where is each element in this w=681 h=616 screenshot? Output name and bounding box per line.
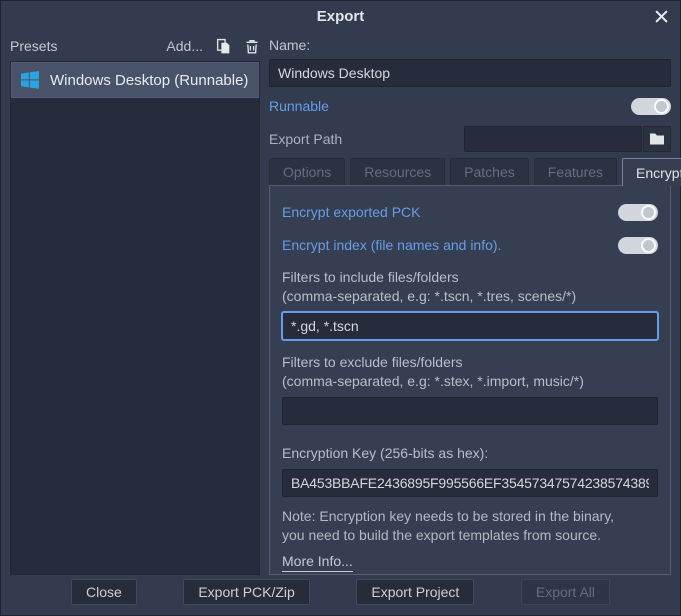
presets-header: Presets Add... bbox=[10, 31, 260, 61]
encrypt-pck-toggle[interactable] bbox=[618, 204, 658, 221]
duplicate-preset-icon[interactable] bbox=[215, 38, 232, 55]
runnable-label: Runnable bbox=[269, 98, 329, 114]
encrypt-index-label: Encrypt index (file names and info). bbox=[282, 237, 501, 253]
include-filters-hint: (comma-separated, e.g: *.tscn, *.tres, s… bbox=[282, 288, 658, 304]
encryption-key-label: Encryption Key (256-bits as hex): bbox=[282, 445, 658, 461]
include-filters-input[interactable] bbox=[282, 312, 658, 340]
name-label-row: Name: bbox=[269, 31, 671, 59]
export-path-label: Export Path bbox=[269, 131, 464, 147]
encryption-key-input[interactable] bbox=[282, 469, 658, 497]
encrypt-pck-row: Encrypt exported PCK bbox=[282, 200, 658, 224]
export-dialog: Export Presets Add... bbox=[0, 0, 681, 616]
encryption-tab-panel: Encrypt exported PCK Encrypt index (file… bbox=[269, 185, 671, 575]
note-line-1: Note: Encryption key needs to be stored … bbox=[282, 507, 658, 526]
encryption-note: Note: Encryption key needs to be stored … bbox=[282, 507, 658, 545]
footer-bar: Close Export PCK/Zip Export Project Expo… bbox=[1, 575, 680, 615]
presets-section: Presets Add... bbox=[10, 31, 260, 575]
export-settings-section: Name: Runnable Export Path Options Resou bbox=[269, 31, 671, 575]
tab-resources[interactable]: Resources bbox=[350, 158, 445, 185]
name-label: Name: bbox=[269, 37, 310, 53]
runnable-toggle[interactable] bbox=[631, 98, 671, 115]
add-preset-button[interactable]: Add... bbox=[166, 38, 203, 54]
preset-list: Windows Desktop (Runnable) bbox=[10, 61, 260, 575]
export-path-input[interactable] bbox=[464, 126, 642, 152]
export-pck-zip-button[interactable]: Export PCK/Zip bbox=[183, 579, 309, 605]
tab-patches[interactable]: Patches bbox=[450, 158, 529, 185]
delete-preset-icon[interactable] bbox=[244, 38, 260, 55]
exclude-filters-label: Filters to exclude files/folders bbox=[282, 354, 658, 370]
tab-encryption[interactable]: Encryption bbox=[622, 158, 681, 186]
runnable-row: Runnable bbox=[269, 95, 671, 117]
tab-features[interactable]: Features bbox=[534, 158, 617, 185]
encrypt-index-toggle[interactable] bbox=[618, 237, 658, 254]
encrypt-pck-label: Encrypt exported PCK bbox=[282, 204, 421, 220]
export-project-button[interactable]: Export Project bbox=[356, 579, 474, 605]
browse-folder-button[interactable] bbox=[643, 126, 671, 152]
exclude-filters-input[interactable] bbox=[282, 397, 658, 425]
more-info-link[interactable]: More Info... bbox=[282, 553, 353, 572]
windows-logo-icon bbox=[18, 68, 42, 92]
export-all-button[interactable]: Export All bbox=[521, 579, 610, 605]
name-input[interactable] bbox=[269, 59, 671, 87]
include-filters-label: Filters to include files/folders bbox=[282, 269, 658, 285]
presets-label: Presets bbox=[10, 38, 57, 54]
titlebar: Export bbox=[1, 1, 680, 31]
preset-item-windows-desktop[interactable]: Windows Desktop (Runnable) bbox=[11, 62, 259, 98]
folder-icon bbox=[649, 132, 665, 146]
note-line-2: you need to build the export templates f… bbox=[282, 526, 658, 545]
close-button[interactable]: Close bbox=[71, 579, 137, 605]
dialog-body: Presets Add... bbox=[1, 31, 680, 575]
preset-item-label: Windows Desktop (Runnable) bbox=[50, 72, 248, 89]
encrypt-index-row: Encrypt index (file names and info). bbox=[282, 233, 658, 257]
export-tabbar: Options Resources Patches Features Encry… bbox=[269, 157, 671, 185]
exclude-filters-hint: (comma-separated, e.g: *.stex, *.import,… bbox=[282, 373, 658, 389]
tab-options[interactable]: Options bbox=[269, 158, 345, 185]
dialog-title: Export bbox=[317, 8, 365, 25]
export-path-row: Export Path bbox=[269, 125, 671, 153]
close-icon[interactable] bbox=[653, 8, 669, 24]
